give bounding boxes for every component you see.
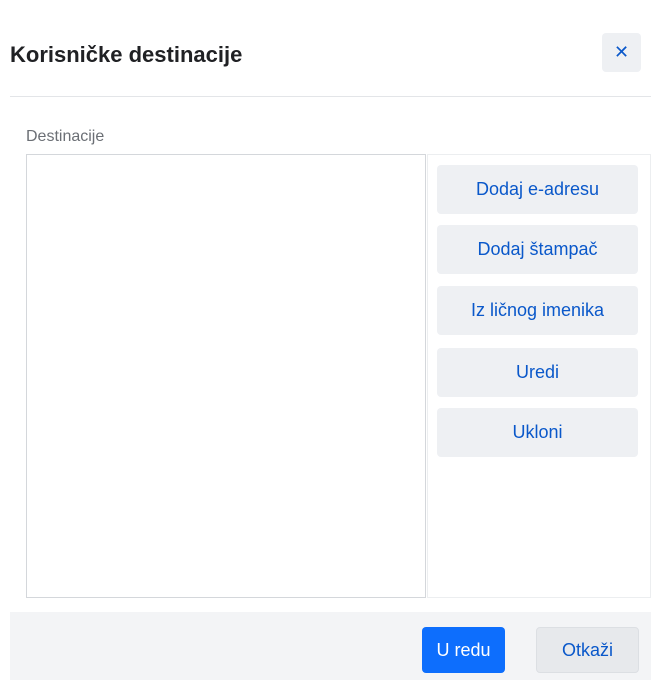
add-email-button[interactable]: Dodaj e-adresu: [437, 165, 638, 214]
add-printer-button[interactable]: Dodaj štampač: [437, 225, 638, 274]
close-icon: ✕: [613, 42, 630, 62]
remove-button[interactable]: Ukloni: [437, 408, 638, 457]
dialog-footer: U redu Otkaži: [10, 612, 651, 680]
destinations-label: Destinacije: [26, 128, 105, 145]
from-personal-directory-button[interactable]: Iz ličnog imenika: [437, 286, 638, 335]
ok-button[interactable]: U redu: [422, 627, 505, 673]
cancel-button[interactable]: Otkaži: [536, 627, 639, 673]
user-destinations-dialog: Korisničke destinacije ✕ Destinacije Dod…: [0, 0, 651, 680]
edit-button[interactable]: Uredi: [437, 348, 638, 397]
actions-panel: Dodaj e-adresu Dodaj štampač Iz ličnog i…: [427, 154, 651, 598]
close-button[interactable]: ✕: [602, 33, 641, 72]
dialog-header: Korisničke destinacije ✕: [10, 28, 651, 97]
dialog-title: Korisničke destinacije: [10, 42, 243, 67]
destinations-list[interactable]: [26, 154, 426, 598]
